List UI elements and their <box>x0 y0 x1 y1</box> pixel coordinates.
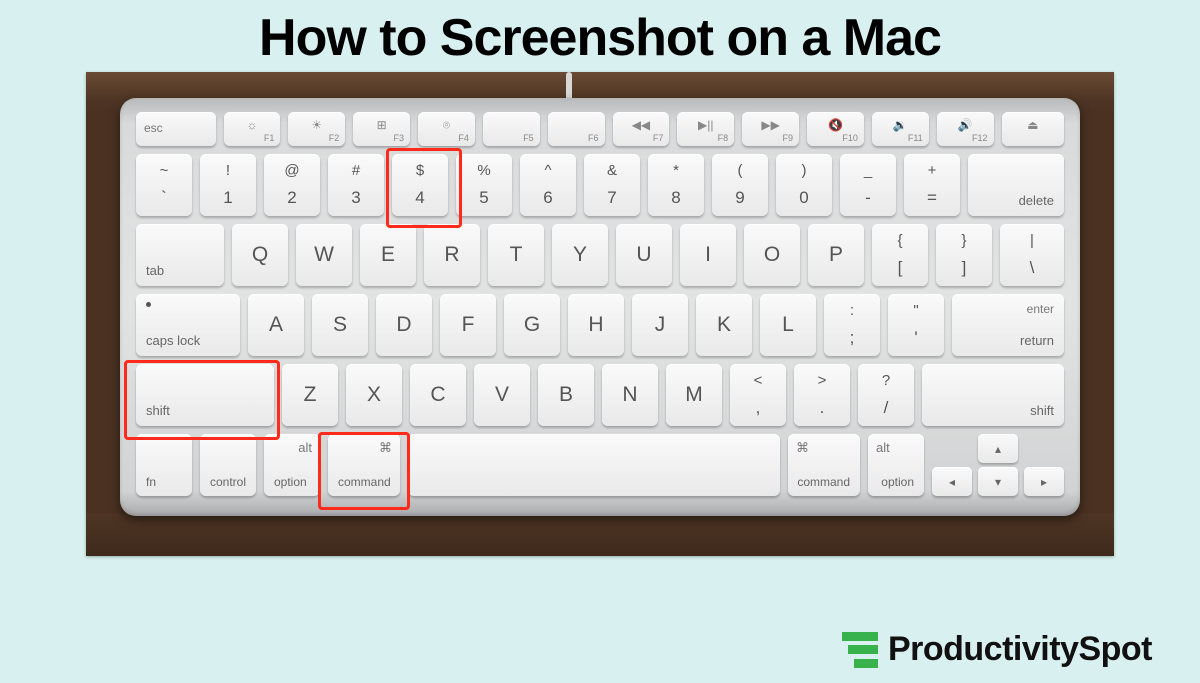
key-f2: ☀F2 <box>288 112 345 146</box>
key-x: X <box>346 364 402 426</box>
key-j: J <box>632 294 688 356</box>
key-k: K <box>696 294 752 356</box>
key-r: R <box>424 224 480 286</box>
brand-logo-icon <box>842 632 878 668</box>
key-6: ^6 <box>520 154 576 216</box>
key-h: H <box>568 294 624 356</box>
function-row: esc ☼F1 ☀F2 ⊞F3 ⌾F4 F5 F6 ◀◀F7 ▶||F8 ▶▶F… <box>136 112 1064 146</box>
key-1: !1 <box>200 154 256 216</box>
key-i: I <box>680 224 736 286</box>
key-p: P <box>808 224 864 286</box>
key-option-left: altoption <box>264 434 320 496</box>
key-l: L <box>760 294 816 356</box>
key-w: W <box>296 224 352 286</box>
key-8: *8 <box>648 154 704 216</box>
key-m: M <box>666 364 722 426</box>
brand-name: ProductivitySpot <box>888 630 1152 669</box>
key-option-right: altoption <box>868 434 924 496</box>
key-esc: esc <box>136 112 216 146</box>
key-tab: tab <box>136 224 224 286</box>
key-9: (9 <box>712 154 768 216</box>
key-f7: ◀◀F7 <box>613 112 670 146</box>
key-f5: F5 <box>483 112 540 146</box>
key-f1: ☼F1 <box>224 112 281 146</box>
key-arrow-right: ▸ <box>1024 467 1064 496</box>
key-f4: ⌾F4 <box>418 112 475 146</box>
key-arrow-left: ◂ <box>932 467 972 496</box>
key-u: U <box>616 224 672 286</box>
key-return: enterreturn <box>952 294 1064 356</box>
wood-desk-top <box>86 72 1114 100</box>
key-caps-lock: caps lock <box>136 294 240 356</box>
key-slash: ?/ <box>858 364 914 426</box>
key-arrow-down: ▾ <box>978 467 1018 496</box>
key-fn: fn <box>136 434 192 496</box>
key-semicolon: :; <box>824 294 880 356</box>
key-2: @2 <box>264 154 320 216</box>
key-delete: delete <box>968 154 1064 216</box>
key-5: %5 <box>456 154 512 216</box>
apple-keyboard: esc ☼F1 ☀F2 ⊞F3 ⌾F4 F5 F6 ◀◀F7 ▶||F8 ▶▶F… <box>120 98 1080 516</box>
key-f11: 🔉F11 <box>872 112 929 146</box>
brand-logo: ProductivitySpot <box>842 630 1152 669</box>
key-v: V <box>474 364 530 426</box>
key-f8: ▶||F8 <box>677 112 734 146</box>
key-f12: 🔊F12 <box>937 112 994 146</box>
key-s: S <box>312 294 368 356</box>
key-equals: += <box>904 154 960 216</box>
key-d: D <box>376 294 432 356</box>
key-bracket-right: }] <box>936 224 992 286</box>
key-shift-right: shift <box>922 364 1064 426</box>
key-minus: _- <box>840 154 896 216</box>
bottom-letter-row: shift Z X C V B N M <, >. ?/ shift <box>136 364 1064 426</box>
key-a: A <box>248 294 304 356</box>
key-0: )0 <box>776 154 832 216</box>
key-o: O <box>744 224 800 286</box>
key-c: C <box>410 364 466 426</box>
key-f3: ⊞F3 <box>353 112 410 146</box>
key-y: Y <box>552 224 608 286</box>
key-f10: 🔇F10 <box>807 112 864 146</box>
key-command-left: ⌘command <box>328 434 400 496</box>
key-command-right: ⌘command <box>788 434 860 496</box>
key-backslash: |\ <box>1000 224 1064 286</box>
key-4: $4 <box>392 154 448 216</box>
key-z: Z <box>282 364 338 426</box>
key-eject: ⏏ <box>1002 112 1065 146</box>
arrow-cluster: ▴ ◂ ▾ ▸ <box>932 434 1064 496</box>
qwerty-row: tab Q W E R T Y U I O P {[ }] |\ <box>136 224 1064 286</box>
number-row: ~` !1 @2 #3 $4 %5 ^6 &7 *8 (9 )0 _- += d… <box>136 154 1064 216</box>
key-t: T <box>488 224 544 286</box>
key-f: F <box>440 294 496 356</box>
key-b: B <box>538 364 594 426</box>
key-period: >. <box>794 364 850 426</box>
key-3: #3 <box>328 154 384 216</box>
key-backtick: ~` <box>136 154 192 216</box>
keyboard-photo: esc ☼F1 ☀F2 ⊞F3 ⌾F4 F5 F6 ◀◀F7 ▶||F8 ▶▶F… <box>86 72 1114 556</box>
key-arrow-up: ▴ <box>978 434 1018 463</box>
key-7: &7 <box>584 154 640 216</box>
modifier-row: fn control altoption ⌘command ⌘command a… <box>136 434 1064 496</box>
key-control: control <box>200 434 256 496</box>
key-n: N <box>602 364 658 426</box>
key-quote: "' <box>888 294 944 356</box>
key-f9: ▶▶F9 <box>742 112 799 146</box>
key-comma: <, <box>730 364 786 426</box>
key-e: E <box>360 224 416 286</box>
key-g: G <box>504 294 560 356</box>
key-f6: F6 <box>548 112 605 146</box>
key-spacebar <box>408 434 780 496</box>
page-title: How to Screenshot on a Mac <box>0 8 1200 68</box>
home-row: caps lock A S D F G H J K L :; "' enterr… <box>136 294 1064 356</box>
wood-desk-bottom <box>86 514 1114 556</box>
key-q: Q <box>232 224 288 286</box>
key-bracket-left: {[ <box>872 224 928 286</box>
key-shift-left: shift <box>136 364 274 426</box>
